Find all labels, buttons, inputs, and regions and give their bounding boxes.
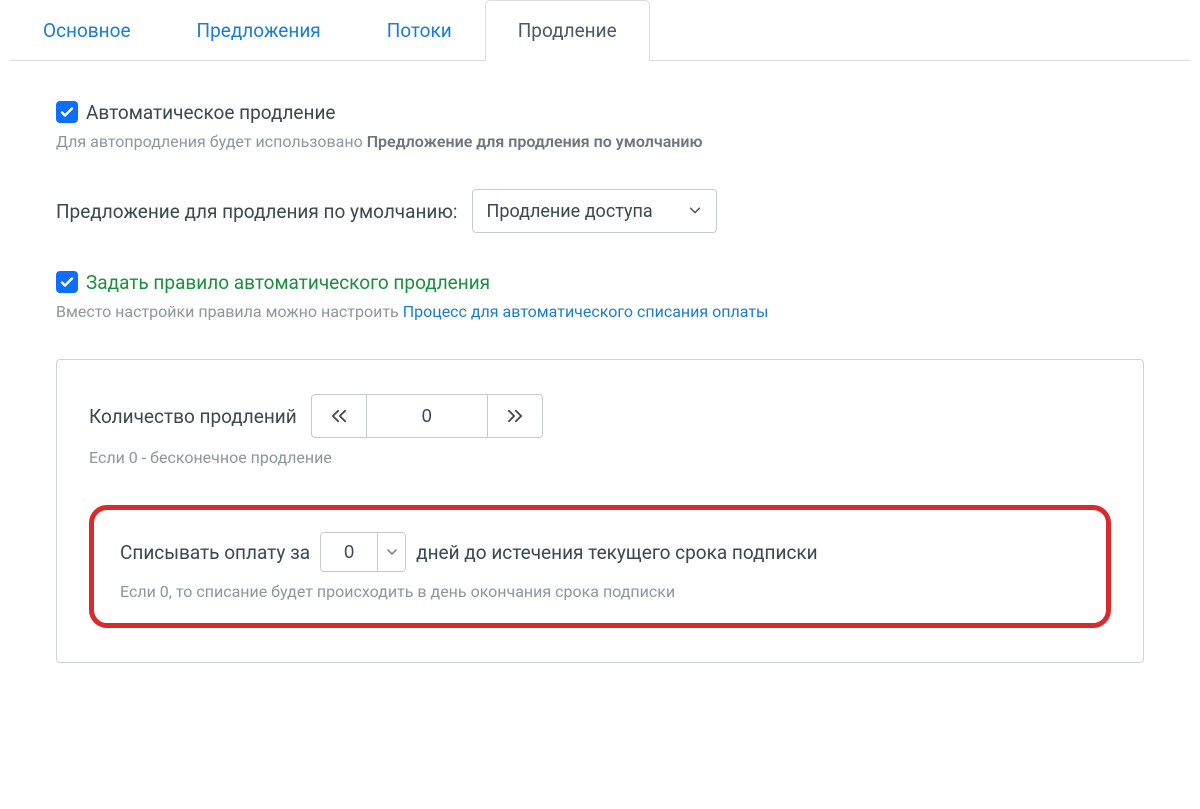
stepper-decrement-button[interactable] [312, 395, 366, 437]
auto-charge-process-link[interactable]: Процесс для автоматического списания опл… [403, 302, 769, 321]
default-offer-value: Продление доступа [487, 201, 653, 222]
auto-renew-group: Автоматическое продление Для автопродлен… [56, 101, 1144, 151]
renewals-count-help: Если 0 - бесконечное продление [89, 448, 1111, 467]
set-rule-label: Задать правило автоматического продления [86, 271, 490, 294]
tab-renewal[interactable]: Продление [485, 0, 650, 61]
tab-general[interactable]: Основное [10, 0, 164, 61]
auto-renew-help-prefix: Для автопродления будет использовано [56, 132, 367, 151]
charge-before-spinner [320, 532, 406, 572]
caret-down-icon [387, 548, 397, 556]
renewals-count-input[interactable] [367, 395, 487, 437]
renewals-count-label: Количество продлений [89, 405, 297, 428]
renewals-count-stepper [311, 394, 543, 438]
default-offer-select[interactable]: Продление доступа [472, 189, 717, 233]
check-icon [59, 104, 75, 120]
default-offer-label: Предложение для продления по умолчанию: [56, 200, 458, 223]
charge-before-highlight: Списывать оплату за дней до истечения те… [89, 505, 1111, 628]
check-icon [59, 274, 75, 290]
default-offer-group: Предложение для продления по умолчанию: … [56, 189, 1144, 233]
renewals-count-group: Количество продлений Если 0 - бесконечно… [89, 394, 1111, 467]
auto-renew-help: Для автопродления будет использовано Пре… [56, 132, 1144, 151]
charge-before-suffix: дней до истечения текущего срока подписк… [416, 541, 818, 564]
tabs: Основное Предложения Потоки Продление [10, 0, 1190, 61]
tab-content: Автоматическое продление Для автопродлен… [0, 61, 1200, 663]
set-rule-help-prefix: Вместо настройки правила можно настроить [56, 302, 403, 321]
charge-before-prefix: Списывать оплату за [120, 541, 310, 564]
tab-streams[interactable]: Потоки [354, 0, 485, 61]
charge-before-input[interactable] [321, 533, 377, 571]
double-chevron-left-icon [330, 409, 348, 423]
charge-before-group: Списывать оплату за дней до истечения те… [120, 532, 1080, 601]
tab-offers[interactable]: Предложения [164, 0, 354, 61]
double-chevron-right-icon [506, 409, 524, 423]
stepper-increment-button[interactable] [488, 395, 542, 437]
auto-renew-label: Автоматическое продление [86, 101, 336, 124]
auto-renew-checkbox[interactable] [56, 101, 78, 123]
rule-panel: Количество продлений Если 0 - бесконечно… [56, 359, 1144, 663]
chevron-down-icon [688, 201, 702, 222]
auto-renew-help-bold: Предложение для продления по умолчанию [367, 132, 703, 151]
set-rule-help: Вместо настройки правила можно настроить… [56, 302, 1144, 321]
set-rule-checkbox[interactable] [56, 271, 78, 293]
spinner-toggle-button[interactable] [377, 533, 405, 571]
charge-before-help: Если 0, то списание будет происходить в … [120, 582, 1080, 601]
set-rule-group: Задать правило автоматического продления… [56, 271, 1144, 321]
